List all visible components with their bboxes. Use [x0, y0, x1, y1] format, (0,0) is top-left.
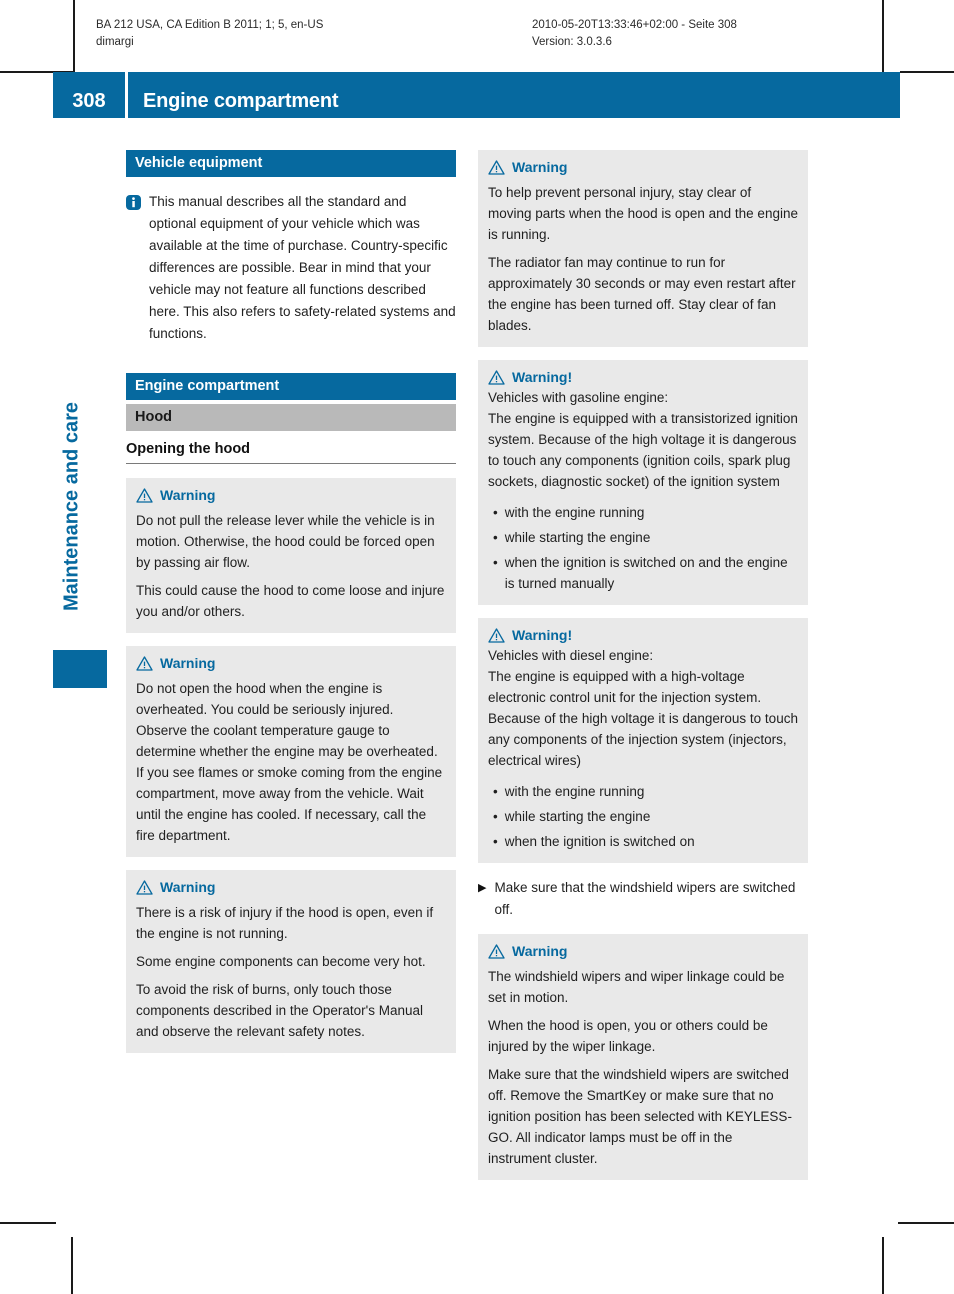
chapter-thumb-tab	[53, 650, 107, 688]
warning-paragraph: The radiator fan may continue to run for…	[488, 255, 796, 333]
body-columns: Vehicle equipment This manual describes …	[126, 150, 809, 1180]
warning-paragraph: Make sure that the windshield wipers are…	[488, 1067, 792, 1166]
print-slug-right: 2010-05-20T13:33:46+02:00 - Seite 308 Ve…	[532, 19, 737, 48]
vehicle-equipment-note: This manual describes all the standard a…	[126, 191, 456, 345]
warning-box: Warning! Vehicles with diesel engine: Th…	[478, 618, 808, 863]
list-item: • with the engine running	[488, 781, 798, 802]
warning-box: Warning! Vehicles with gasoline engine: …	[478, 360, 808, 605]
warning-paragraph: To help prevent personal injury, stay cl…	[488, 185, 798, 242]
chapter-label: Maintenance and care	[60, 402, 83, 611]
header-divider	[125, 72, 128, 118]
heading-hood: Hood	[126, 404, 456, 431]
warning-box: Warning To help prevent personal injury,…	[478, 150, 808, 347]
info-icon	[126, 195, 141, 210]
list-item-label: when the ignition is switched on and the…	[504, 555, 788, 591]
list-item: • when the ignition is switched on	[488, 831, 798, 852]
warning-paragraph: The windshield wipers and wiper linkage …	[488, 969, 785, 1005]
crop-mark-top-right-vertical	[882, 0, 884, 72]
left-column: Vehicle equipment This manual describes …	[126, 150, 456, 1180]
warning-triangle-icon	[136, 879, 153, 895]
crop-mark-bottom-left-vertical	[71, 1237, 73, 1294]
warning-paragraph: This could cause the hood to come loose …	[136, 583, 445, 619]
vehicle-equipment-note-text: This manual describes all the standard a…	[149, 194, 456, 341]
list-item-label: with the engine running	[504, 784, 645, 799]
heading-engine-compartment: Engine compartment	[126, 373, 456, 400]
page-number: 308	[72, 90, 106, 112]
crop-mark-top-right-horizontal	[900, 71, 954, 73]
warning-header: Warning!	[488, 369, 798, 385]
warning-label: Warning	[512, 943, 568, 959]
warning-header: Warning	[136, 487, 446, 503]
crop-mark-bottom-right-vertical	[882, 1237, 884, 1294]
print-slug-left: BA 212 USA, CA Edition B 2011; 1; 5, en-…	[96, 19, 324, 48]
page-title: Engine compartment	[143, 90, 339, 112]
list-item-label: while starting the engine	[504, 530, 651, 545]
list-item: • while starting the engine	[488, 806, 798, 827]
action-step-label: Make sure that the windshield wipers are…	[494, 880, 796, 917]
warning-box: Warning The windshield wipers and wiper …	[478, 934, 808, 1180]
warning-header: Warning!	[488, 627, 798, 643]
page-header-bar: 308 Engine compartment	[53, 72, 900, 118]
warning-paragraph: Vehicles with gasoline engine:	[488, 390, 669, 405]
right-column: Warning To help prevent personal injury,…	[478, 150, 808, 1180]
warning-paragraph: The engine is equipped with a transistor…	[488, 411, 798, 489]
warning-triangle-icon	[488, 627, 505, 643]
bullet-icon: •	[493, 530, 498, 545]
bullet-icon: •	[493, 784, 498, 799]
warning-paragraph: To avoid the risk of burns, only touch t…	[136, 982, 423, 1039]
warning-paragraph: There is a risk of injury if the hood is…	[136, 905, 434, 941]
warning-header: Warning	[488, 943, 798, 959]
warning-label: Warning	[512, 159, 568, 175]
warning-paragraph: Vehicles with diesel engine:	[488, 648, 654, 663]
warning-label: Warning	[160, 655, 216, 671]
list-item: • while starting the engine	[488, 527, 798, 548]
warning-box: Warning There is a risk of injury if the…	[126, 870, 456, 1053]
warning-paragraph: The engine is equipped with a high-volta…	[488, 669, 798, 768]
list-item-label: with the engine running	[504, 505, 645, 520]
warning-box: Warning Do not pull the release lever wh…	[126, 478, 456, 633]
list-item: • when the ignition is switched on and t…	[488, 552, 798, 594]
warning-bullet-list: • with the engine running • while starti…	[488, 781, 798, 852]
warning-label: Warning	[160, 487, 216, 503]
crop-mark-bottom-left-horizontal	[0, 1222, 56, 1224]
warning-bullet-list: • with the engine running • while starti…	[488, 502, 798, 594]
warning-triangle-icon	[488, 159, 505, 175]
heading-vehicle-equipment: Vehicle equipment	[126, 150, 456, 177]
bullet-icon: •	[493, 809, 498, 824]
list-item: • with the engine running	[488, 502, 798, 523]
list-item-label: when the ignition is switched on	[504, 834, 695, 849]
manual-page: BA 212 USA, CA Edition B 2011; 1; 5, en-…	[0, 0, 954, 1294]
warning-box: Warning Do not open the hood when the en…	[126, 646, 456, 857]
warning-label: Warning!	[512, 627, 573, 643]
warning-triangle-icon	[488, 369, 505, 385]
warning-paragraph: When the hood is open, you or others cou…	[488, 1018, 768, 1054]
warning-paragraph: Some engine components can become very h…	[136, 954, 426, 969]
list-item-label: while starting the engine	[504, 809, 651, 824]
warning-header: Warning	[136, 655, 446, 671]
warning-triangle-icon	[136, 487, 153, 503]
heading-opening-the-hood: Opening the hood	[126, 431, 456, 464]
warning-header: Warning	[488, 159, 798, 175]
warning-triangle-icon	[136, 655, 153, 671]
bullet-icon: •	[493, 505, 498, 520]
warning-triangle-icon	[488, 943, 505, 959]
bullet-icon: •	[493, 834, 498, 849]
warning-header: Warning	[136, 879, 446, 895]
crop-mark-bottom-right-horizontal	[898, 1222, 954, 1224]
warning-label: Warning!	[512, 369, 573, 385]
bullet-icon: •	[493, 555, 498, 570]
warning-label: Warning	[160, 879, 216, 895]
warning-paragraph: Do not pull the release lever while the …	[136, 513, 435, 570]
action-step: ▶ Make sure that the windshield wipers a…	[478, 877, 808, 921]
step-arrow-icon: ▶	[478, 882, 487, 894]
crop-mark-top-left-vertical	[73, 0, 75, 72]
warning-paragraph: Do not open the hood when the engine is …	[136, 681, 443, 843]
